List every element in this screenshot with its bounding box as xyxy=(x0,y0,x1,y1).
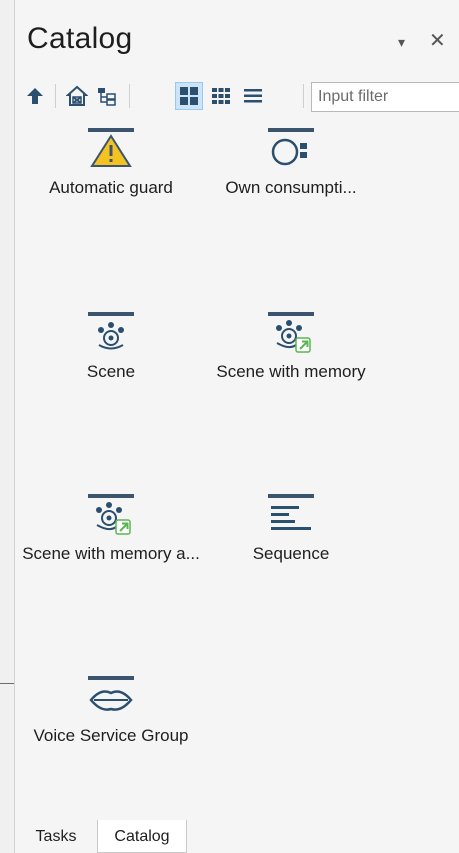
catalog-item-voice-service-group[interactable]: Voice Service Group xyxy=(21,676,201,747)
scene-memory-icon xyxy=(86,494,136,536)
toolbar-separator xyxy=(129,84,130,108)
item-label: Scene with memory a... xyxy=(22,544,200,563)
panel-tabs: Tasks Catalog xyxy=(15,820,459,853)
sequence-icon xyxy=(266,494,316,536)
list-view-icon[interactable] xyxy=(239,82,267,110)
catalog-toolbar xyxy=(15,76,459,116)
catalog-item-scene-with-memory[interactable]: Scene with memory xyxy=(201,312,381,383)
panel-title: Catalog xyxy=(27,22,133,55)
tab-tasks[interactable]: Tasks xyxy=(15,820,97,853)
small-icons-view-icon[interactable] xyxy=(207,82,235,110)
catalog-item-own-consumption[interactable]: Own consumpti... xyxy=(201,128,381,199)
catalog-item-sequence[interactable]: Sequence xyxy=(201,494,381,565)
catalog-panel: Catalog ▾ ✕ Input filter Automatic guard… xyxy=(14,0,459,853)
tree-view-icon[interactable] xyxy=(93,82,121,110)
large-icons-view-icon[interactable] xyxy=(175,82,203,110)
voice-service-icon xyxy=(86,676,136,718)
catalog-item-automatic-guard[interactable]: Automatic guard xyxy=(21,128,201,199)
toolbar-separator xyxy=(303,84,304,108)
item-label: Scene with memory xyxy=(216,362,366,381)
close-icon[interactable]: ✕ xyxy=(429,28,446,53)
toolbar-separator xyxy=(55,84,56,108)
scene-memory-icon xyxy=(266,312,316,354)
item-label: Sequence xyxy=(252,544,330,563)
external-divider-line xyxy=(0,683,14,684)
chevron-down-icon[interactable]: ▾ xyxy=(398,34,405,51)
filter-input[interactable] xyxy=(311,82,459,112)
item-label: Automatic guard xyxy=(49,178,173,197)
own-consumption-icon xyxy=(266,128,316,170)
warning-icon xyxy=(86,128,136,170)
scene-icon xyxy=(86,312,136,354)
panel-header: Catalog ▾ ✕ xyxy=(15,0,459,70)
catalog-item-scene-with-memory-a[interactable]: Scene with memory a... xyxy=(21,494,201,565)
house-icon[interactable] xyxy=(63,82,91,110)
catalog-item-scene[interactable]: Scene xyxy=(21,312,201,383)
catalog-items: Automatic guard Own consumpti... Scene S… xyxy=(15,120,459,820)
item-label: Voice Service Group xyxy=(33,726,189,745)
up-arrow-icon[interactable] xyxy=(21,82,49,110)
item-label: Scene xyxy=(86,362,136,381)
item-label: Own consumpti... xyxy=(225,178,357,197)
tab-catalog[interactable]: Catalog xyxy=(97,820,187,853)
